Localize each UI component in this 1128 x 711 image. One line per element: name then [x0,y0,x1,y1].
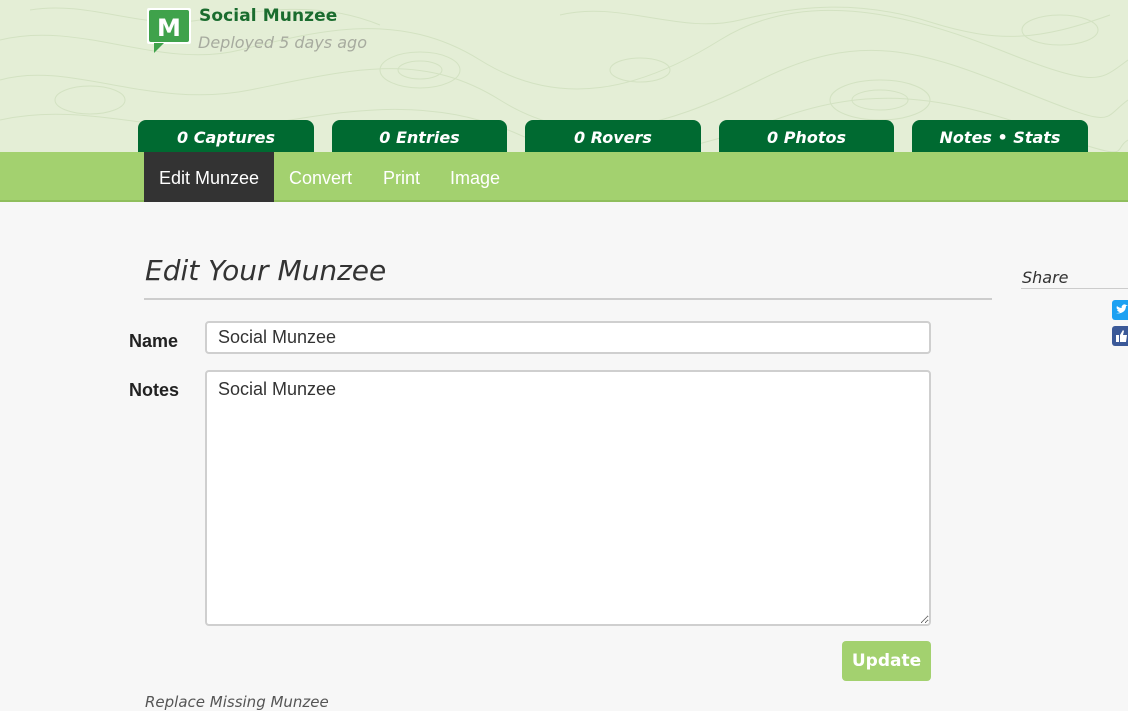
tab-entries[interactable]: 0 Entries [332,120,507,152]
tab-rovers[interactable]: 0 Rovers [525,120,701,152]
tab-photos[interactable]: 0 Photos [719,120,894,152]
deployed-subtitle: Deployed 5 days ago [198,33,367,52]
facebook-like-icon[interactable] [1112,326,1128,346]
tab-notes-stats[interactable]: Notes • Stats [912,120,1088,152]
update-button[interactable]: Update [842,641,931,681]
edit-nav-bar: Edit Munzee Convert Print Image [0,152,1128,202]
nav-print[interactable]: Print [383,152,420,202]
munzee-header: M Social Munzee Deployed 5 days ago 0 Ca… [0,0,1128,152]
nav-edit-munzee[interactable]: Edit Munzee [144,152,275,202]
twitter-icon[interactable] [1112,300,1128,320]
nav-image[interactable]: Image [450,152,500,202]
thumbs-up-icon [1116,330,1127,342]
name-label: Name [129,331,179,351]
logo-letter: M [157,14,181,42]
heading-divider [144,298,992,300]
munzee-logo-icon: M [147,8,191,53]
tab-captures[interactable]: 0 Captures [138,120,314,152]
munzee-title[interactable]: Social Munzee [199,6,337,26]
share-divider [1021,288,1128,289]
page-title: Edit Your Munzee [145,254,387,287]
name-input[interactable] [205,321,931,354]
nav-convert[interactable]: Convert [289,152,352,202]
share-heading: Share [1022,268,1069,287]
replace-missing-link[interactable]: Replace Missing Munzee [145,693,329,711]
notes-textarea[interactable]: Social Munzee [205,370,931,626]
notes-label: Notes [129,380,180,400]
twitter-bird-icon [1116,304,1128,314]
